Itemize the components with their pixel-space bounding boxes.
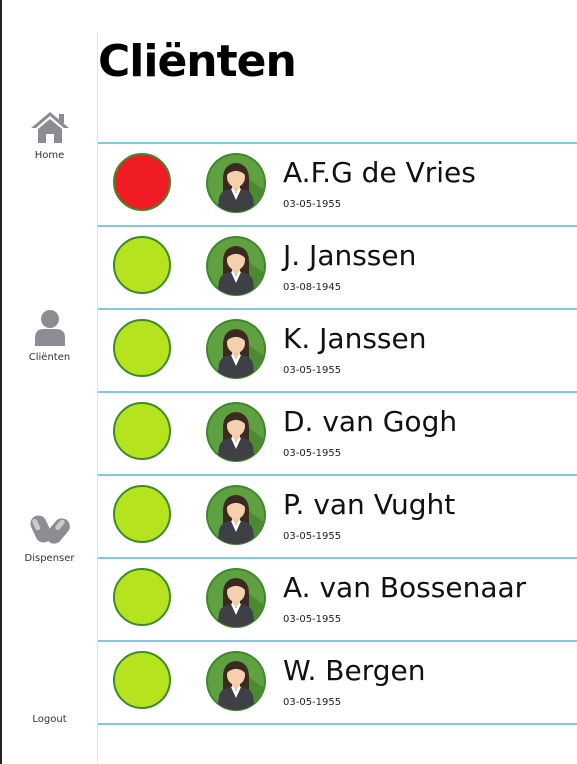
sidebar-item-label: Dispenser <box>24 553 75 564</box>
avatar <box>205 235 267 297</box>
status-indicator <box>113 651 171 709</box>
sidebar-item-home[interactable]: Home <box>2 110 97 161</box>
client-name: K. Janssen <box>283 322 427 355</box>
status-indicator <box>113 568 171 626</box>
avatar <box>205 318 267 380</box>
client-row[interactable]: K. Janssen 03-05-1955 <box>98 310 577 393</box>
status-indicator <box>113 402 171 460</box>
avatar <box>205 484 267 546</box>
client-name: J. Janssen <box>283 239 417 272</box>
avatar <box>205 401 267 463</box>
sidebar-item-label: Home <box>34 150 65 161</box>
client-row[interactable]: W. Bergen 03-05-1955 <box>98 642 577 725</box>
client-birthdate: 03-05-1955 <box>283 199 342 210</box>
avatar <box>205 650 267 712</box>
sidebar-item-clients[interactable]: Cliënten <box>2 308 97 363</box>
status-indicator <box>113 485 171 543</box>
user-icon <box>2 308 97 350</box>
logout-button[interactable]: Logout <box>2 712 97 725</box>
avatar <box>205 152 267 214</box>
home-icon <box>2 110 97 148</box>
sidebar: Home Cliënten Dispenser Logout <box>2 0 97 764</box>
client-birthdate: 03-05-1955 <box>283 448 342 459</box>
main-content: Cliënten A.F.G de Vries 03-05-1955 J. Ja… <box>98 0 577 764</box>
status-indicator <box>113 153 171 211</box>
client-name: A. van Bossenaar <box>283 571 527 604</box>
client-birthdate: 03-05-1955 <box>283 531 342 542</box>
pill-icon <box>2 511 97 551</box>
client-birthdate: 03-05-1955 <box>283 365 342 376</box>
client-list: A.F.G de Vries 03-05-1955 J. Janssen 03-… <box>98 142 577 725</box>
client-row[interactable]: A. van Bossenaar 03-05-1955 <box>98 559 577 642</box>
client-row[interactable]: D. van Gogh 03-05-1955 <box>98 393 577 476</box>
avatar <box>205 567 267 629</box>
sidebar-item-dispenser[interactable]: Dispenser <box>2 511 97 564</box>
client-name: D. van Gogh <box>283 405 458 438</box>
client-name: W. Bergen <box>283 654 426 687</box>
client-name: P. van Vught <box>283 488 456 521</box>
page-title: Cliënten <box>98 36 297 87</box>
client-row[interactable]: A.F.G de Vries 03-05-1955 <box>98 144 577 227</box>
client-row[interactable]: J. Janssen 03-08-1945 <box>98 227 577 310</box>
client-name: A.F.G de Vries <box>283 156 476 189</box>
client-row[interactable]: P. van Vught 03-05-1955 <box>98 476 577 559</box>
client-birthdate: 03-05-1955 <box>283 697 342 708</box>
sidebar-item-label: Logout <box>32 714 67 725</box>
sidebar-item-label: Cliënten <box>28 352 71 363</box>
client-birthdate: 03-05-1955 <box>283 614 342 625</box>
status-indicator <box>113 319 171 377</box>
client-birthdate: 03-08-1945 <box>283 282 342 293</box>
status-indicator <box>113 236 171 294</box>
